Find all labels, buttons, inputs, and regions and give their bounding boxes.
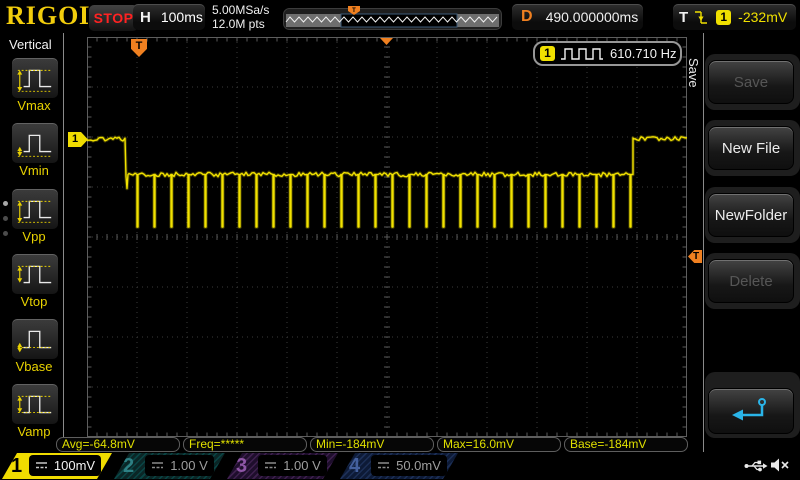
vtop-icon (15, 257, 55, 291)
vmax-icon (15, 61, 55, 95)
oscilloscope-screen: RIGOL STOP H 100ms 5.00MSa/s 12.0M pts T… (0, 0, 800, 480)
delete-button[interactable]: Delete (708, 259, 794, 303)
waveform-display (87, 37, 687, 437)
new-folder-button[interactable]: NewFolder (708, 193, 794, 237)
channel4-scale-box: 50.0mV (371, 455, 447, 476)
return-arrow-icon (729, 396, 773, 426)
memory-depth: 12.0M pts (212, 17, 269, 31)
delay-value: 490.000000ms (546, 9, 639, 25)
trigger-level-value: -232mV (738, 9, 787, 25)
sample-rate: 5.00MSa/s (212, 3, 269, 17)
measurement-avg: Avg=-64.8mV (56, 437, 180, 452)
frequency-counter: 1 610.710 Hz (533, 41, 682, 66)
vtop-button[interactable] (11, 253, 59, 295)
run-stop-status[interactable]: STOP (88, 4, 139, 32)
horizontal-timebase-box[interactable]: H 100ms (133, 4, 205, 30)
falling-edge-icon (694, 9, 709, 26)
vmin-icon (15, 126, 55, 160)
vmin-button[interactable] (11, 122, 59, 164)
vpp-button[interactable] (11, 188, 59, 230)
vamp-button[interactable] (11, 383, 59, 425)
dc-coupling-icon (35, 461, 48, 470)
channel2-scale-box: 1.00 V (145, 455, 214, 476)
return-button[interactable] (708, 388, 794, 434)
channel3-tab[interactable]: 3 1.00 V (227, 453, 338, 479)
frequency-value: 610.710 Hz (610, 46, 677, 61)
trigger-box[interactable]: T 1 -232mV (673, 4, 796, 30)
channel1-ground-marker[interactable]: 1 (68, 132, 88, 147)
speaker-muted-icon (770, 456, 790, 474)
page-dot-3 (3, 231, 8, 236)
dc-coupling-icon (151, 461, 164, 470)
vpp-label: Vpp (0, 229, 68, 244)
vmax-button[interactable] (11, 57, 59, 99)
measurement-freq: Freq=***** (183, 437, 307, 452)
vtop-label: Vtop (0, 294, 68, 309)
delay-label: D (521, 8, 533, 26)
measurement-min: Min=-184mV (310, 437, 434, 452)
usb-icon (744, 457, 768, 475)
memory-position-bar: T (283, 6, 502, 30)
delay-box[interactable]: D 490.000000ms (512, 4, 643, 30)
channel1-scale-box: 100mV (29, 455, 101, 476)
acquisition-info: 5.00MSa/s 12.0M pts (212, 3, 269, 31)
new-file-button[interactable]: New File (708, 126, 794, 170)
page-dot-1 (3, 201, 8, 206)
channel3-scale-box: 1.00 V (258, 455, 327, 476)
menu-tab-save: Save (686, 58, 701, 88)
svg-text:T: T (352, 8, 356, 14)
vpp-icon (15, 192, 55, 226)
channel2-tab[interactable]: 2 1.00 V (114, 453, 225, 479)
trigger-label: T (679, 9, 688, 26)
freq-source-badge: 1 (540, 46, 555, 61)
square-wave-icon (560, 47, 604, 61)
dc-coupling-icon (264, 461, 277, 470)
horizontal-label: H (140, 9, 151, 26)
vbase-button[interactable] (11, 318, 59, 360)
timebase-value: 100ms (161, 9, 203, 25)
trigger-source-badge: 1 (716, 10, 731, 25)
vamp-icon (15, 387, 55, 421)
vmin-label: Vmin (0, 163, 68, 178)
page-dot-2 (3, 216, 8, 221)
measurement-max: Max=16.0mV (437, 437, 561, 452)
vmax-label: Vmax (0, 98, 68, 113)
dc-coupling-icon (377, 461, 390, 470)
vbase-label: Vbase (0, 359, 68, 374)
vbase-icon (15, 322, 55, 356)
rigol-logo: RIGOL (6, 1, 98, 31)
save-button[interactable]: Save (708, 60, 794, 104)
measurement-base: Base=-184mV (564, 437, 688, 452)
trigger-level-marker[interactable]: T (688, 250, 702, 263)
menu-title: Vertical (9, 37, 52, 52)
right-panel-divider (703, 33, 704, 452)
vamp-label: Vamp (0, 424, 68, 439)
channel4-tab[interactable]: 4 50.0mV (340, 453, 458, 479)
channel1-tab[interactable]: 1 100mV (2, 453, 112, 479)
